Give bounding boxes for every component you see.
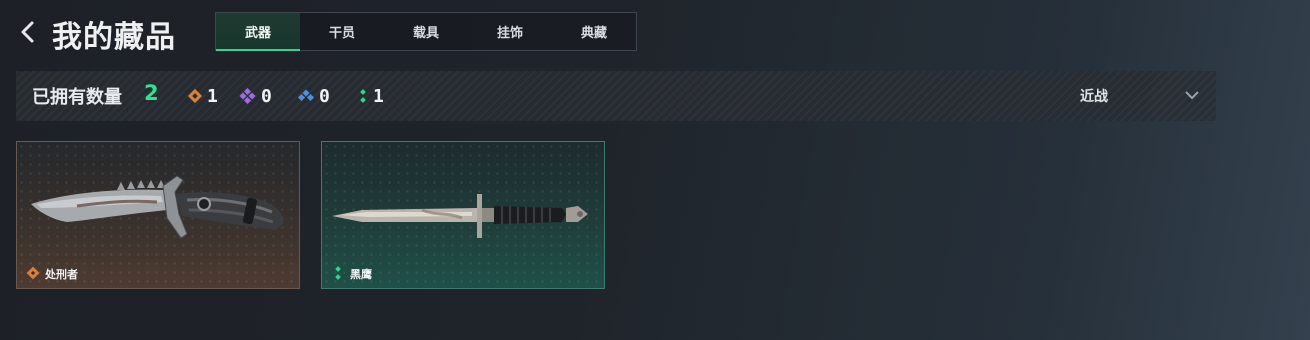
rarity-stat-orange: 1	[187, 85, 218, 107]
category-tabs: 武器 干员 载具 挂饰 典藏	[215, 12, 637, 51]
rarity-stat-green: 1	[357, 85, 384, 107]
page-title: 我的藏品	[52, 20, 176, 55]
tab-charms[interactable]: 挂饰	[468, 13, 552, 50]
chevron-down-icon	[1185, 91, 1199, 100]
ownership-summary-bar: 已拥有数量 2 1 0 0 1 近战	[16, 71, 1216, 121]
back-button[interactable]	[14, 15, 46, 49]
green-dots-icon	[335, 266, 341, 280]
item-name: 处刑者	[45, 268, 78, 281]
rarity-stat-blue: 0	[297, 85, 330, 107]
owned-count: 2	[144, 81, 159, 105]
owned-label: 已拥有数量	[32, 87, 122, 108]
category-filter-label[interactable]: 近战	[1080, 86, 1108, 106]
item-card[interactable]: 处刑者	[16, 141, 300, 289]
blue-triangle-icon	[297, 89, 315, 102]
rarity-count: 0	[261, 85, 272, 107]
rarity-count: 1	[207, 85, 218, 107]
item-name: 黑鹰	[350, 268, 372, 281]
item-card[interactable]: 黑鹰	[321, 141, 605, 289]
green-dots-icon	[360, 89, 366, 103]
orange-diamond-icon	[187, 88, 203, 104]
tab-vehicles[interactable]: 载具	[384, 13, 468, 50]
rarity-stat-purple: 0	[239, 85, 272, 107]
tab-collection[interactable]: 典藏	[552, 13, 636, 50]
chevron-left-icon	[21, 21, 34, 43]
filter-dropdown-toggle[interactable]	[1183, 86, 1201, 108]
tab-weapons[interactable]: 武器	[216, 13, 300, 51]
rarity-count: 0	[319, 85, 330, 107]
rarity-count: 1	[373, 85, 384, 107]
orange-diamond-icon	[26, 266, 40, 280]
tab-operators[interactable]: 干员	[300, 13, 384, 50]
purple-diamond-icon	[239, 88, 256, 104]
